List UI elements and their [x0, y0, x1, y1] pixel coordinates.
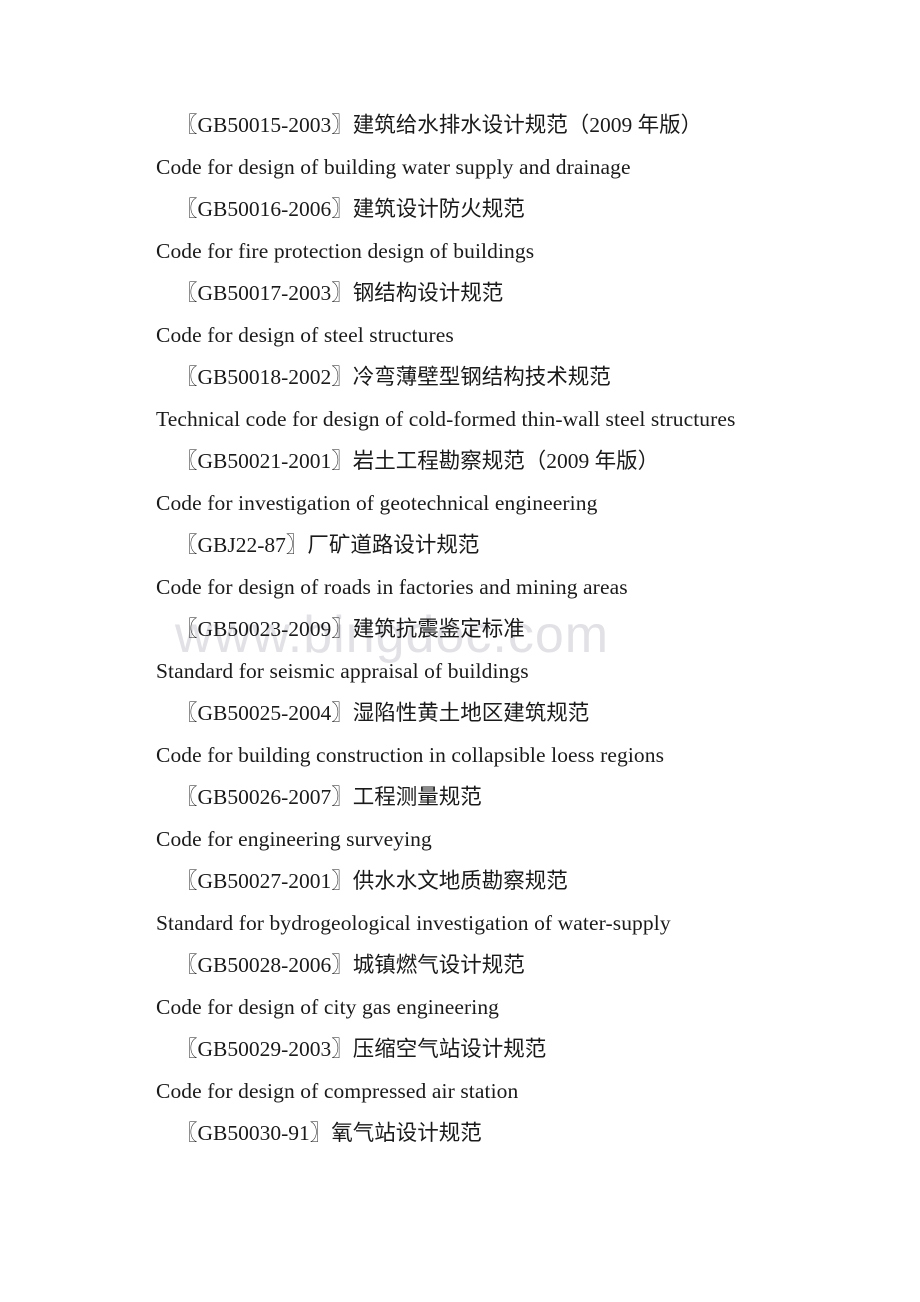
standard-title-zh: 〖GB50029-2003〗压缩空气站设计规范: [176, 1037, 547, 1061]
standard-title-en: Code for engineering surveying: [156, 827, 432, 851]
standard-title-zh: 〖GB50030-91〗氧气站设计规范: [176, 1121, 482, 1145]
document-page: www.bingdoc.com 〖GB50015-2003〗建筑给水排水设计规范…: [0, 0, 920, 1302]
standard-title-en: Code for fire protection design of build…: [156, 239, 535, 263]
standard-title-en: Technical code for design of cold-formed…: [156, 407, 736, 431]
standard-title-en: Code for design of steel structures: [156, 323, 454, 347]
standard-title-en: Standard for seismic appraisal of buildi…: [156, 659, 529, 683]
standard-title-zh: 〖GB50025-2004〗湿陷性黄土地区建筑规范: [176, 701, 590, 725]
standard-title-zh: 〖GB50018-2002〗冷弯薄壁型钢结构技术规范: [176, 365, 611, 389]
standard-title-en: Standard for bydrogeological investigati…: [156, 911, 671, 935]
standard-title-zh: 〖GB50015-2003〗建筑给水排水设计规范（2009 年版）: [176, 113, 703, 137]
standard-title-zh: 〖GB50026-2007〗工程测量规范: [176, 785, 482, 809]
standard-title-zh: 〖GB50017-2003〗钢结构设计规范: [176, 281, 504, 305]
standard-title-zh: 〖GB50027-2001〗供水水文地质勘察规范: [176, 869, 568, 893]
standard-title-zh: 〖GB50028-2006〗城镇燃气设计规范: [176, 953, 525, 977]
document-text-body: 〖GB50015-2003〗建筑给水排水设计规范（2009 年版） Code fo…: [0, 0, 920, 1154]
standard-title-en: Code for design of compressed air statio…: [156, 1079, 519, 1103]
standard-title-en: Code for design of city gas engineering: [156, 995, 500, 1019]
standard-title-en: Code for design of roads in factories an…: [156, 575, 628, 599]
standard-title-zh: 〖GB50023-2009〗建筑抗震鉴定标准: [176, 617, 525, 641]
standard-title-zh: 〖GBJ22-87〗厂矿道路设计规范: [176, 533, 480, 557]
standard-title-en: Code for building construction in collap…: [156, 743, 665, 767]
standard-title-zh: 〖GB50021-2001〗岩土工程勘察规范（2009 年版）: [176, 449, 660, 473]
standard-title-zh: 〖GB50016-2006〗建筑设计防火规范: [176, 197, 525, 221]
standard-title-en: Code for design of building water supply…: [156, 155, 631, 179]
standard-title-en: Code for investigation of geotechnical e…: [156, 491, 598, 515]
